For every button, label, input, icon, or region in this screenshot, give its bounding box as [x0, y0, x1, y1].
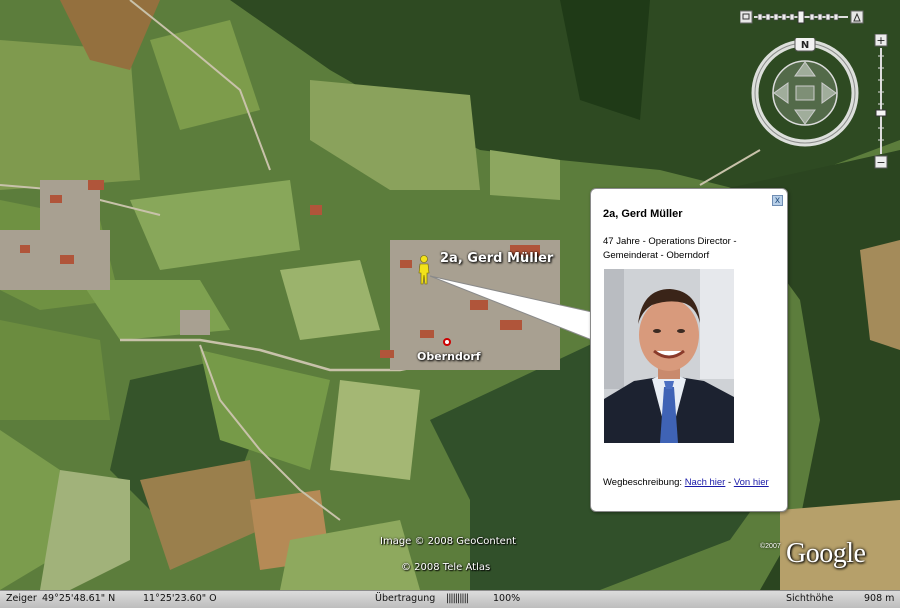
- zoom-in-button[interactable]: +: [876, 34, 885, 47]
- directions-separator: -: [728, 477, 732, 488]
- info-balloon: x 2a, Gerd Müller 47 Jahre - Operations …: [590, 188, 788, 512]
- pan-arrows-icon[interactable]: [768, 56, 842, 130]
- placemark-label-town[interactable]: Oberndorf: [417, 350, 481, 363]
- tilt-slider-icon[interactable]: [740, 10, 864, 24]
- google-logo: Google: [786, 538, 866, 569]
- eye-altitude-label: Sichthöhe: [786, 593, 834, 604]
- directions-links: Wegbeschreibung: Nach hier - Von hier: [603, 476, 781, 489]
- balloon-description: 47 Jahre - Operations Director - Gemeind…: [603, 236, 737, 261]
- navigation-controls[interactable]: N + −: [740, 8, 900, 173]
- directions-label: Wegbeschreibung:: [603, 477, 683, 488]
- streaming-progress-bar: ||||||||||: [446, 593, 469, 604]
- imagery-credit: Image © 2008 GeoContent: [380, 536, 517, 547]
- eye-altitude-value: 908 m: [864, 593, 895, 604]
- map-viewport[interactable]: 2a, Gerd Müller Oberndorf Image © 2008 G…: [0, 0, 900, 608]
- zoom-out-button[interactable]: −: [876, 156, 885, 169]
- google-copyright: ©2007: [760, 543, 781, 550]
- close-icon[interactable]: x: [772, 195, 783, 206]
- town-placemark-icon[interactable]: [443, 338, 451, 346]
- pointer-latitude: 49°25'48.61" N: [42, 593, 116, 604]
- compass-north-label: N: [801, 40, 809, 51]
- zoom-slider-icon[interactable]: + −: [874, 34, 888, 169]
- pointer-longitude: 11°25'23.60" O: [143, 593, 217, 604]
- person-placemark-icon[interactable]: [417, 255, 431, 285]
- status-bar: Zeiger 49°25'48.61" N 11°25'23.60" O Übe…: [0, 590, 900, 608]
- balloon-title: 2a, Gerd Müller: [603, 208, 683, 220]
- placemark-label-user[interactable]: 2a, Gerd Müller: [440, 251, 553, 266]
- pointer-label: Zeiger: [6, 593, 37, 604]
- directions-to-link[interactable]: Nach hier: [685, 477, 726, 488]
- streaming-label: Übertragung: [375, 593, 436, 604]
- atlas-credit: © 2008 Tele Atlas: [401, 562, 491, 573]
- portrait-photo: [604, 269, 734, 443]
- directions-from-link[interactable]: Von hier: [734, 477, 769, 488]
- streaming-percent: 100%: [493, 593, 521, 604]
